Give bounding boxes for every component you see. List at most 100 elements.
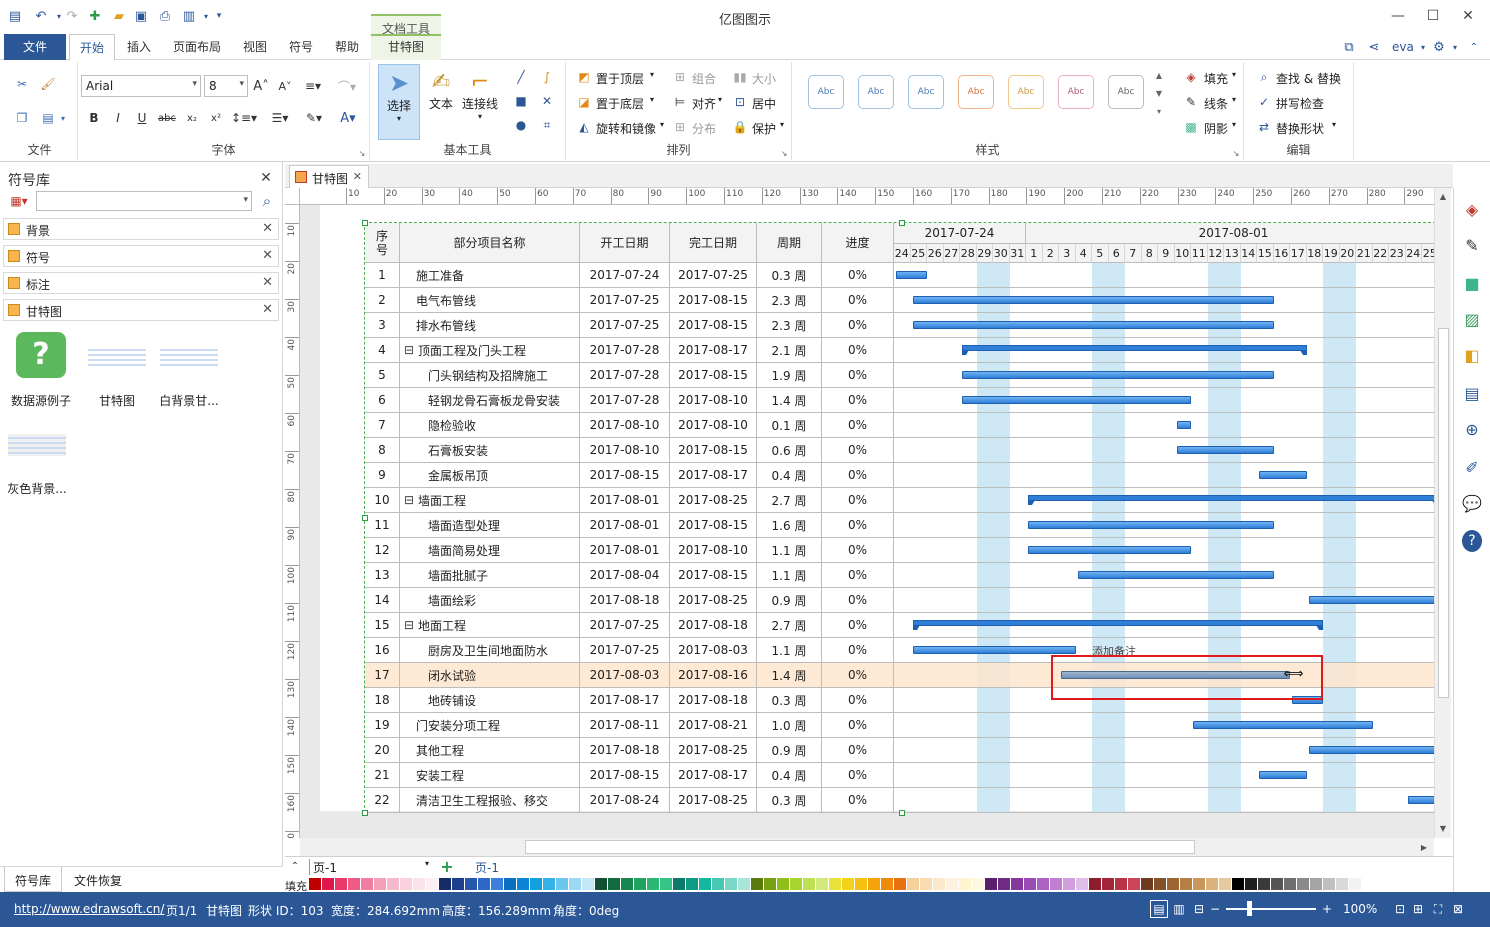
distribute-button[interactable]: 分布 bbox=[692, 120, 716, 137]
user-name[interactable]: eva bbox=[1392, 40, 1414, 54]
cell-name[interactable]: 清洁卫生工程报验、移交 bbox=[400, 788, 580, 813]
color-swatch[interactable] bbox=[1154, 878, 1166, 890]
color-swatch[interactable] bbox=[439, 878, 451, 890]
cell-dur[interactable]: 1.0 周 bbox=[757, 713, 822, 738]
cell-end[interactable]: 2017-08-10 bbox=[670, 538, 757, 563]
color-swatch[interactable] bbox=[959, 878, 971, 890]
shadow-panel-icon[interactable]: ■ bbox=[1462, 272, 1482, 294]
task-bar[interactable] bbox=[1028, 521, 1274, 529]
column-header-prog[interactable]: 进度 bbox=[822, 223, 894, 263]
color-swatch[interactable] bbox=[1089, 878, 1101, 890]
search-icon[interactable]: ⌕ bbox=[258, 192, 276, 210]
column-header-dur[interactable]: 周期 bbox=[757, 223, 822, 263]
cell-prog[interactable]: 0% bbox=[822, 338, 894, 363]
chevron-down-icon[interactable]: ▾ bbox=[1232, 70, 1236, 79]
color-swatch[interactable] bbox=[530, 878, 542, 890]
style-swatch[interactable]: Abc bbox=[908, 75, 944, 109]
italic-icon[interactable]: I bbox=[110, 108, 126, 128]
tab-home[interactable]: 开始 bbox=[69, 34, 115, 61]
chevron-down-icon[interactable]: ▾ bbox=[1232, 95, 1236, 104]
style-swatch[interactable]: Abc bbox=[1058, 75, 1094, 109]
color-swatch[interactable] bbox=[894, 878, 906, 890]
comment-panel-icon[interactable]: 💬 bbox=[1462, 492, 1482, 514]
cell-prog[interactable]: 0% bbox=[822, 738, 894, 763]
select-tool-button[interactable]: ➤ 选择 ▾ bbox=[378, 64, 420, 140]
style-swatch[interactable]: Abc bbox=[958, 75, 994, 109]
cell-end[interactable]: 2017-08-15 bbox=[670, 313, 757, 338]
color-swatch[interactable] bbox=[1206, 878, 1218, 890]
close-icon[interactable]: ✕ bbox=[262, 248, 273, 263]
color-swatch[interactable] bbox=[1193, 878, 1205, 890]
drawing-canvas[interactable]: 序号 部分项目名称 开工日期 完工日期 周期 进度 2017-07-24 2017-08-01… bbox=[300, 205, 1434, 838]
color-swatch[interactable] bbox=[972, 878, 984, 890]
page-settings-icon[interactable]: ⊠ bbox=[1450, 900, 1466, 918]
style-swatch[interactable]: Abc bbox=[1008, 75, 1044, 109]
cell-start[interactable]: 2017-07-28 bbox=[580, 388, 670, 413]
color-swatch[interactable] bbox=[1167, 878, 1179, 890]
cell-name[interactable]: 厨房及卫生间地面防水 bbox=[400, 638, 580, 663]
task-bar[interactable] bbox=[1407, 796, 1434, 804]
task-bar[interactable] bbox=[896, 271, 927, 279]
cell-start[interactable]: 2017-08-04 bbox=[580, 563, 670, 588]
cell-dur[interactable]: 1.1 周 bbox=[757, 538, 822, 563]
cell-prog[interactable]: 0% bbox=[822, 463, 894, 488]
collapse-group-icon[interactable]: ⊟ bbox=[404, 343, 414, 357]
chevron-down-icon[interactable]: ▾ bbox=[650, 70, 654, 79]
cell-end[interactable]: 2017-08-21 bbox=[670, 713, 757, 738]
add-page-icon[interactable]: + bbox=[439, 857, 455, 876]
cell-start[interactable]: 2017-08-18 bbox=[580, 588, 670, 613]
cell-start[interactable]: 2017-07-24 bbox=[580, 263, 670, 288]
color-swatch[interactable] bbox=[946, 878, 958, 890]
chevron-down-icon[interactable]: ▾ bbox=[660, 120, 664, 129]
color-swatch[interactable] bbox=[1115, 878, 1127, 890]
more-styles-icon[interactable]: ▾ bbox=[1154, 104, 1164, 118]
color-swatch[interactable] bbox=[660, 878, 672, 890]
cell-prog[interactable]: 0% bbox=[822, 438, 894, 463]
shrink-font-icon[interactable]: A˅ bbox=[276, 76, 294, 96]
close-icon[interactable]: ✕ bbox=[262, 275, 273, 290]
color-swatch[interactable] bbox=[842, 878, 854, 890]
color-swatch[interactable] bbox=[517, 878, 529, 890]
cell-prog[interactable]: 0% bbox=[822, 613, 894, 638]
summary-bar[interactable] bbox=[912, 620, 1323, 630]
cell-prog[interactable]: 0% bbox=[822, 688, 894, 713]
curve-tool-icon[interactable]: ∫ bbox=[538, 68, 556, 86]
collapse-icon[interactable]: ⌃ bbox=[289, 859, 301, 873]
font-size-select[interactable]: 8 ▾ bbox=[204, 75, 248, 97]
color-swatch[interactable] bbox=[790, 878, 802, 890]
cell-start[interactable]: 2017-08-11 bbox=[580, 713, 670, 738]
protect-button[interactable]: 保护 bbox=[752, 120, 776, 137]
color-swatch[interactable] bbox=[582, 878, 594, 890]
bullets-icon[interactable]: ☰▾ bbox=[268, 108, 292, 128]
color-swatch[interactable] bbox=[699, 878, 711, 890]
vertical-scrollbar[interactable]: ▲ ▼ bbox=[1434, 188, 1451, 838]
close-panel-icon[interactable]: ✕ bbox=[258, 170, 274, 186]
page-panel-icon[interactable]: ▤ bbox=[1462, 382, 1482, 404]
task-bar[interactable] bbox=[962, 371, 1274, 379]
cell-prog[interactable]: 0% bbox=[822, 488, 894, 513]
cell-name[interactable]: 门安装分项工程 bbox=[400, 713, 580, 738]
minimize-icon[interactable]: — bbox=[1383, 4, 1413, 28]
color-swatch[interactable] bbox=[322, 878, 334, 890]
underline-icon[interactable]: U bbox=[134, 108, 150, 128]
selection-handle[interactable] bbox=[899, 810, 905, 816]
color-swatch[interactable] bbox=[504, 878, 516, 890]
cell-dur[interactable]: 0.1 周 bbox=[757, 413, 822, 438]
color-swatch[interactable] bbox=[868, 878, 880, 890]
bold-icon[interactable]: B bbox=[86, 108, 102, 128]
task-bar[interactable] bbox=[1259, 771, 1307, 779]
color-swatch[interactable] bbox=[816, 878, 828, 890]
color-swatch[interactable] bbox=[608, 878, 620, 890]
cell-start[interactable]: 2017-07-28 bbox=[580, 363, 670, 388]
color-swatch[interactable] bbox=[725, 878, 737, 890]
website-link[interactable]: http://www.edrawsoft.cn/ bbox=[14, 902, 164, 916]
color-swatch[interactable] bbox=[309, 878, 321, 890]
color-swatch[interactable] bbox=[686, 878, 698, 890]
tab-help[interactable]: 帮助 bbox=[326, 34, 368, 60]
cell-dur[interactable]: 1.9 周 bbox=[757, 363, 822, 388]
cell-name[interactable]: 墙面绘彩 bbox=[400, 588, 580, 613]
close-icon[interactable]: ✕ bbox=[262, 221, 273, 236]
chevron-down-icon[interactable]: ▾ bbox=[1332, 120, 1336, 129]
cell-dur[interactable]: 0.4 周 bbox=[757, 763, 822, 788]
cell-dur[interactable]: 2.1 周 bbox=[757, 338, 822, 363]
